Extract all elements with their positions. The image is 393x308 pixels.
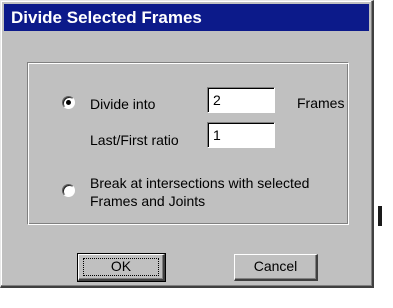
frames-unit-label: Frames [297, 95, 345, 111]
divide-into-radio[interactable] [62, 96, 75, 109]
ok-button[interactable]: OK [77, 253, 166, 282]
frame-count-input[interactable]: 2 [207, 87, 275, 113]
divide-into-label: Divide into [90, 96, 156, 112]
screenshot-canvas: Divide Selected Frames Divide into 2 Fra… [0, 0, 393, 308]
background-mark [378, 206, 382, 226]
title-bar[interactable]: Divide Selected Frames [4, 4, 369, 31]
ok-button-label: OK [110, 258, 132, 274]
cancel-button[interactable]: Cancel [234, 254, 318, 281]
radio-selected-dot [66, 100, 71, 105]
break-at-intersections-label-line2: Frames and Joints [90, 193, 206, 209]
break-at-intersections-label: Break at intersections with selected [90, 175, 310, 191]
cancel-button-label: Cancel [253, 258, 298, 274]
divide-frames-dialog: Divide Selected Frames [0, 0, 374, 288]
dialog-title: Divide Selected Frames [11, 8, 202, 27]
break-at-intersections-radio[interactable] [62, 184, 75, 197]
ratio-input[interactable]: 1 [207, 122, 275, 148]
ratio-label: Last/First ratio [90, 132, 179, 148]
